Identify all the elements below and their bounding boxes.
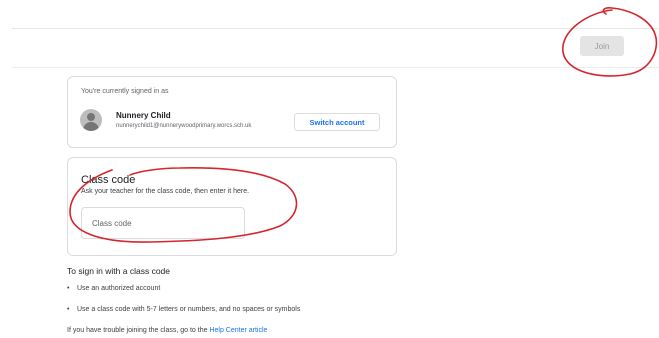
class-code-card: Class code Ask your teacher for the clas…: [67, 157, 397, 256]
avatar-body-icon: [83, 122, 99, 131]
header-bottom-divider: [12, 67, 659, 68]
trouble-text: If you have trouble joining the class, g…: [67, 327, 267, 334]
account-card: You're currently signed in as Nunnery Ch…: [67, 76, 397, 148]
help-bullet-text: Use a class code with 5-7 letters or num…: [77, 306, 301, 313]
user-email: nunnerychild1@nunnerywoodprimary.worcs.s…: [116, 123, 252, 129]
join-button[interactable]: Join: [580, 36, 624, 56]
avatar-head-icon: [87, 113, 95, 121]
class-code-title: Class code: [81, 174, 136, 186]
help-title: To sign in with a class code: [67, 266, 170, 276]
header-divider: [12, 28, 659, 29]
help-bullet: • Use a class code with 5-7 letters or nu…: [67, 306, 300, 313]
help-bullet: • Use an authorized account: [67, 285, 160, 292]
class-code-input[interactable]: [81, 207, 245, 239]
trouble-text-body: If you have trouble joining the class, g…: [67, 327, 210, 334]
help-bullet-text: Use an authorized account: [77, 285, 161, 292]
signed-in-label: You're currently signed in as: [81, 88, 169, 95]
switch-account-button[interactable]: Switch account: [294, 113, 380, 131]
bullet-dot-icon: •: [67, 285, 70, 292]
help-center-link[interactable]: Help Center article: [209, 327, 267, 334]
bullet-dot-icon: •: [67, 306, 70, 313]
avatar: [80, 109, 102, 131]
user-name: Nunnery Child: [116, 111, 171, 120]
class-code-description: Ask your teacher for the class code, the…: [81, 188, 250, 195]
